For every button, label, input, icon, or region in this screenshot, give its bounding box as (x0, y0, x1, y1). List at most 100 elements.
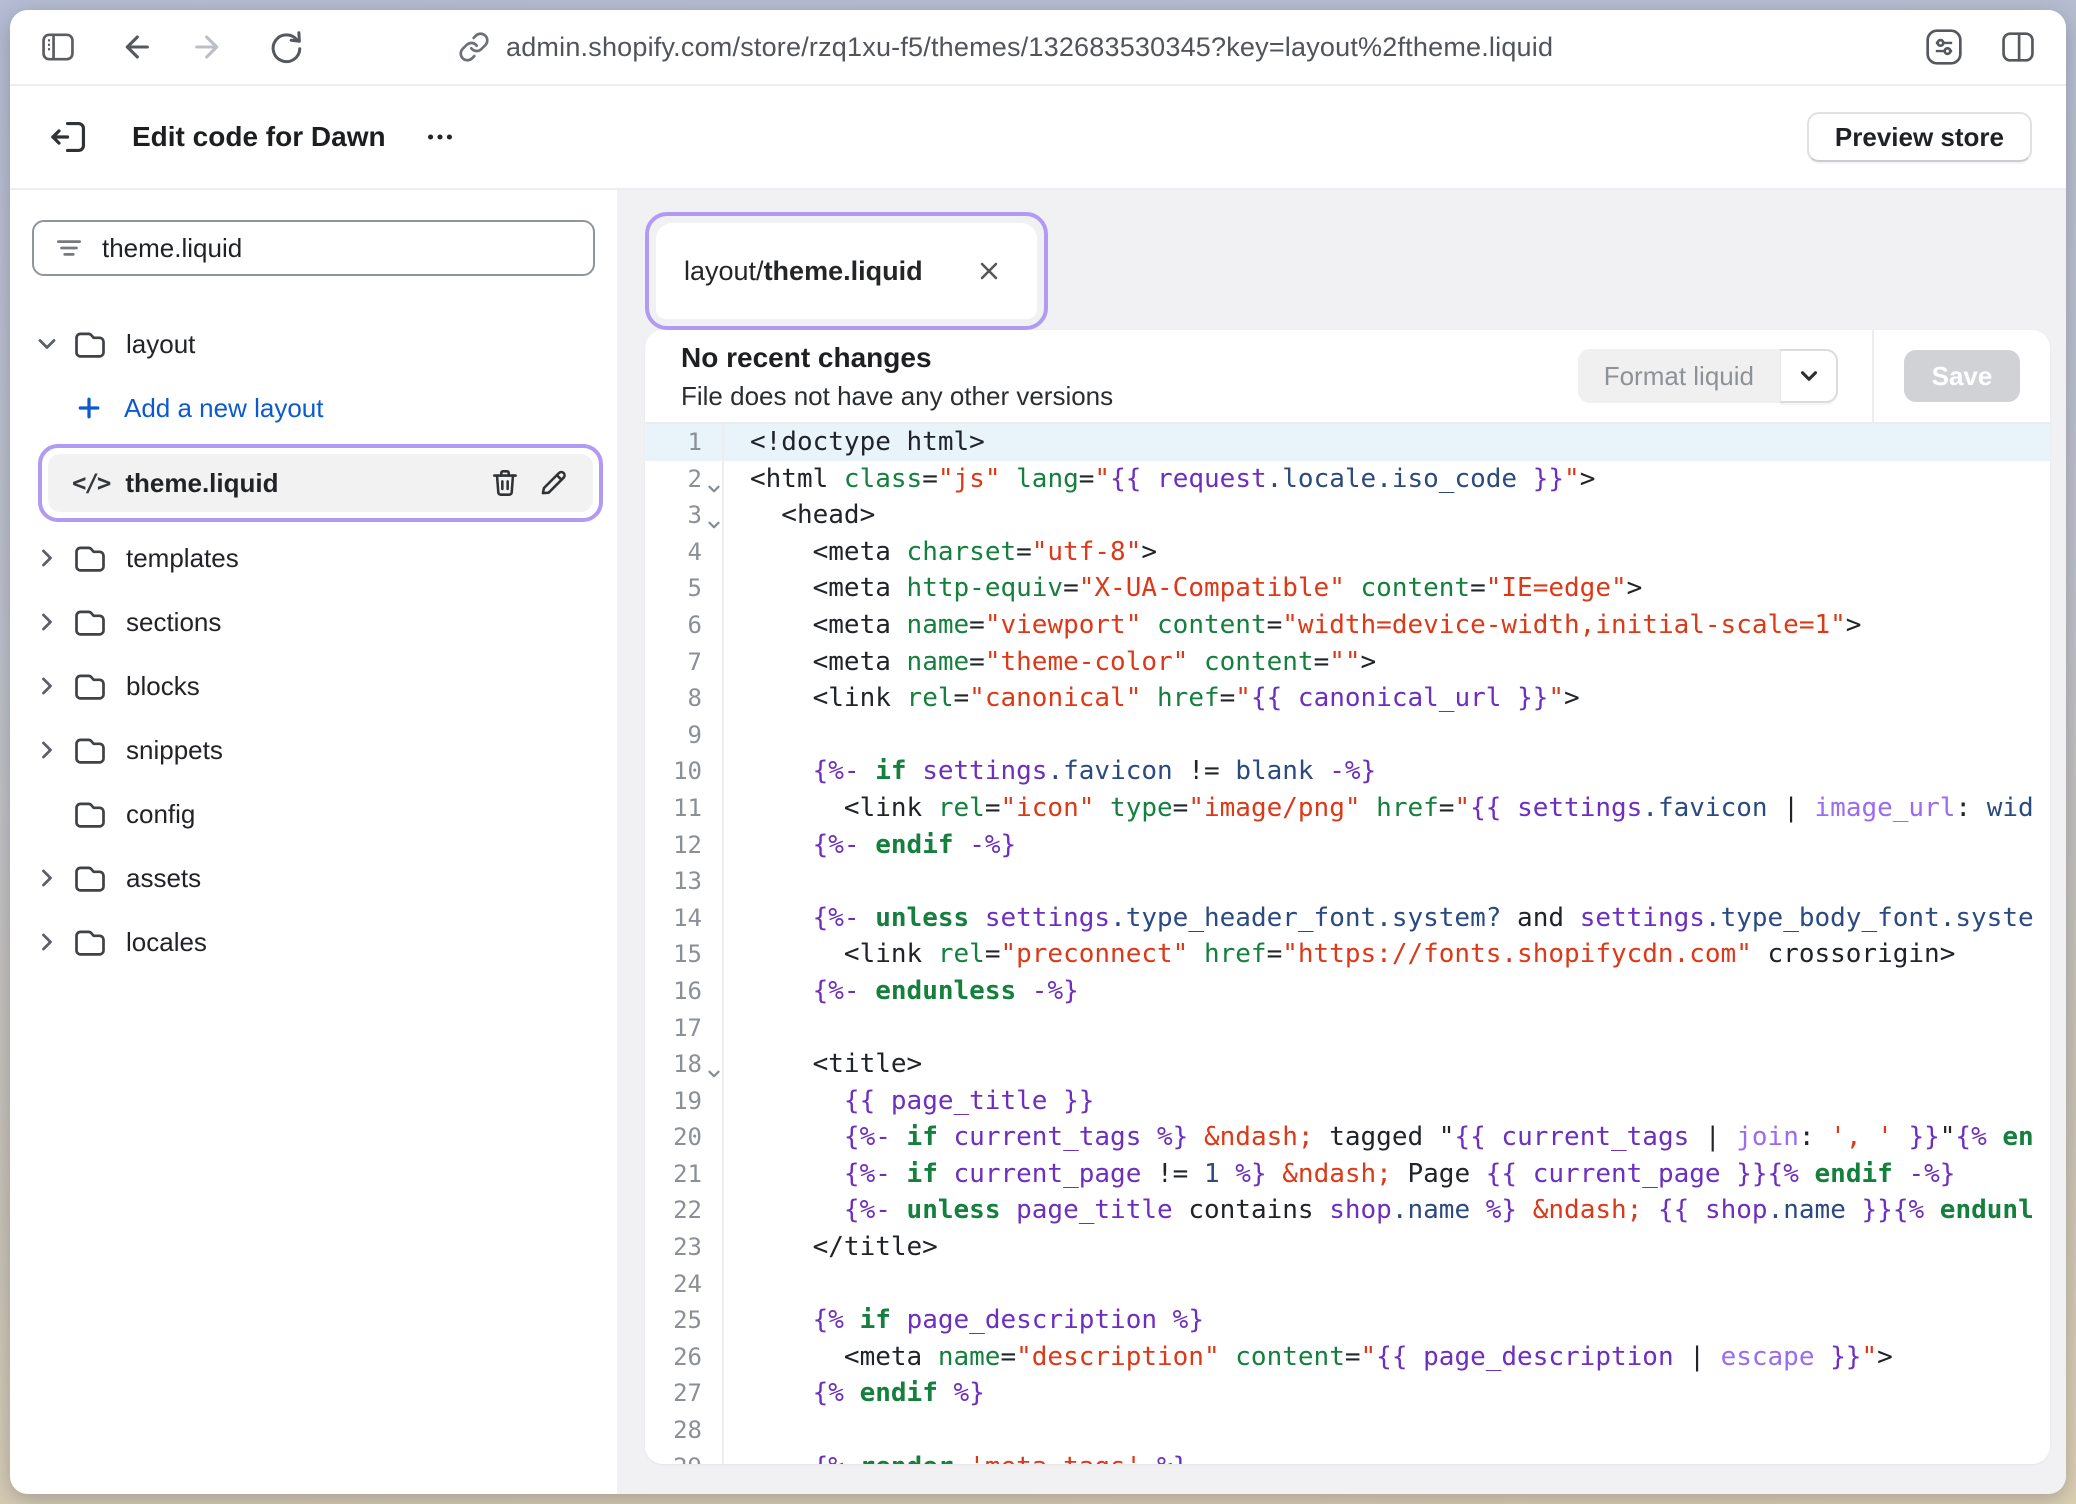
format-liquid-caret-button[interactable] (1780, 349, 1838, 403)
sidebar-item-blocks[interactable]: blocks (10, 654, 617, 718)
code-line-2[interactable]: 2<html class="js" lang="{{ request.local… (645, 461, 2050, 498)
line-number[interactable]: 24 (645, 1266, 724, 1303)
code-line-17[interactable]: 17 (645, 1010, 2050, 1047)
code-line-text: {%- unless settings.type_header_font.sys… (724, 900, 2050, 937)
add-icon (74, 393, 104, 423)
sidebar-toggle-button[interactable] (36, 25, 80, 69)
code-line-1[interactable]: 1<!doctype html> (645, 424, 2050, 461)
code-line-15[interactable]: 15 <link rel="preconnect" href="https://… (645, 936, 2050, 973)
code-line-6[interactable]: 6 <meta name="viewport" content="width=d… (645, 607, 2050, 644)
line-number[interactable]: 22 (645, 1192, 724, 1229)
line-number[interactable]: 17 (645, 1010, 724, 1047)
file-search-input[interactable]: theme.liquid (32, 220, 595, 276)
line-number[interactable]: 27 (645, 1375, 724, 1412)
code-line-3[interactable]: 3 <head> (645, 497, 2050, 534)
line-number[interactable]: 23 (645, 1229, 724, 1266)
code-line-9[interactable]: 9 (645, 717, 2050, 754)
line-number[interactable]: 16 (645, 973, 724, 1010)
line-number[interactable]: 19 (645, 1083, 724, 1120)
line-number[interactable]: 20 (645, 1119, 724, 1156)
line-number[interactable]: 13 (645, 863, 724, 900)
code-line-24[interactable]: 24 (645, 1266, 2050, 1303)
sidebar-item-layout[interactable]: layout (10, 312, 617, 376)
code-line-20[interactable]: 20 {%- if current_tags %} &ndash; tagged… (645, 1119, 2050, 1156)
sidebar-item-theme-liquid[interactable]: </>theme.liquid (48, 454, 593, 512)
line-number[interactable]: 12 (645, 827, 724, 864)
folder-icon-wrap (68, 668, 112, 704)
line-number[interactable]: 18 (645, 1046, 724, 1083)
code-line-21[interactable]: 21 {%- if current_page != 1 %} &ndash; P… (645, 1156, 2050, 1193)
tab-close-button[interactable] (969, 251, 1009, 291)
code-line-12[interactable]: 12 {%- endif -%} (645, 827, 2050, 864)
code-line-13[interactable]: 13 (645, 863, 2050, 900)
code-line-26[interactable]: 26 <meta name="description" content="{{ … (645, 1339, 2050, 1376)
more-actions-button[interactable] (416, 113, 464, 161)
line-number[interactable]: 26 (645, 1339, 724, 1376)
folder-label: snippets (126, 735, 223, 766)
code-line-7[interactable]: 7 <meta name="theme-color" content=""> (645, 644, 2050, 681)
line-number[interactable]: 2 (645, 461, 724, 498)
tree-chevron[interactable] (30, 608, 64, 636)
line-number[interactable]: 15 (645, 936, 724, 973)
code-line-14[interactable]: 14 {%- unless settings.type_header_font.… (645, 900, 2050, 937)
rename-file-button[interactable] (529, 459, 577, 507)
sidebar-item-templates[interactable]: templates (10, 526, 617, 590)
chevron-right-icon (33, 608, 61, 636)
line-number[interactable]: 14 (645, 900, 724, 937)
back-button[interactable] (112, 25, 156, 69)
sidebar-item-sections[interactable]: sections (10, 590, 617, 654)
code-line-11[interactable]: 11 <link rel="icon" type="image/png" hre… (645, 790, 2050, 827)
line-number[interactable]: 10 (645, 753, 724, 790)
tree-chevron[interactable] (30, 330, 64, 358)
chevron-right-icon (33, 672, 61, 700)
forward-button[interactable] (188, 25, 232, 69)
code-line-4[interactable]: 4 <meta charset="utf-8"> (645, 534, 2050, 571)
tree-chevron[interactable] (30, 736, 64, 764)
sidebar-item-snippets[interactable]: snippets (10, 718, 617, 782)
line-number[interactable]: 6 (645, 607, 724, 644)
code-line-18[interactable]: 18 <title> (645, 1046, 2050, 1083)
save-button[interactable]: Save (1904, 350, 2021, 402)
line-number[interactable]: 9 (645, 717, 724, 754)
line-number[interactable]: 21 (645, 1156, 724, 1193)
exit-editor-button[interactable] (44, 111, 96, 163)
tab-theme-liquid[interactable]: layout/theme.liquid (656, 223, 1037, 319)
line-number[interactable]: 29 (645, 1449, 724, 1464)
line-number[interactable]: 4 (645, 534, 724, 571)
code-line-29[interactable]: 29 {% render 'meta-tags' %} (645, 1449, 2050, 1464)
sidebar-item-assets[interactable]: assets (10, 846, 617, 910)
code-line-23[interactable]: 23 </title> (645, 1229, 2050, 1266)
code-line-8[interactable]: 8 <link rel="canonical" href="{{ canonic… (645, 680, 2050, 717)
sidebar-item-config[interactable]: config (10, 782, 617, 846)
format-liquid-button[interactable]: Format liquid (1578, 349, 1780, 403)
line-number[interactable]: 11 (645, 790, 724, 827)
code-line-27[interactable]: 27 {% endif %} (645, 1375, 2050, 1412)
code-line-5[interactable]: 5 <meta http-equiv="X-UA-Compatible" con… (645, 570, 2050, 607)
address-bar[interactable]: admin.shopify.com/store/rzq1xu-f5/themes… (308, 31, 1922, 63)
tree-chevron[interactable] (30, 864, 64, 892)
line-number[interactable]: 5 (645, 570, 724, 607)
code-line-22[interactable]: 22 {%- unless page_title contains shop.n… (645, 1192, 2050, 1229)
delete-file-button[interactable] (481, 459, 529, 507)
line-number[interactable]: 7 (645, 644, 724, 681)
split-view-button[interactable] (1996, 25, 2040, 69)
sidebar-item-locales[interactable]: locales (10, 910, 617, 974)
code-line-19[interactable]: 19 {{ page_title }} (645, 1083, 2050, 1120)
code-editor[interactable]: 1<!doctype html>2<html class="js" lang="… (645, 424, 2050, 1464)
code-line-16[interactable]: 16 {%- endunless -%} (645, 973, 2050, 1010)
preview-store-button[interactable]: Preview store (1807, 112, 2032, 162)
sidebar-action-add-a-new-layout[interactable]: Add a new layout (10, 376, 617, 440)
browser-settings-button[interactable] (1922, 25, 1966, 69)
tree-chevron[interactable] (30, 672, 64, 700)
tree-chevron[interactable] (30, 544, 64, 572)
code-line-25[interactable]: 25 {% if page_description %} (645, 1302, 2050, 1339)
reload-button[interactable] (264, 25, 308, 69)
line-number[interactable]: 28 (645, 1412, 724, 1449)
code-line-10[interactable]: 10 {%- if settings.favicon != blank -%} (645, 753, 2050, 790)
line-number[interactable]: 3 (645, 497, 724, 534)
code-line-28[interactable]: 28 (645, 1412, 2050, 1449)
line-number[interactable]: 1 (645, 424, 724, 461)
line-number[interactable]: 25 (645, 1302, 724, 1339)
tree-chevron[interactable] (30, 928, 64, 956)
line-number[interactable]: 8 (645, 680, 724, 717)
